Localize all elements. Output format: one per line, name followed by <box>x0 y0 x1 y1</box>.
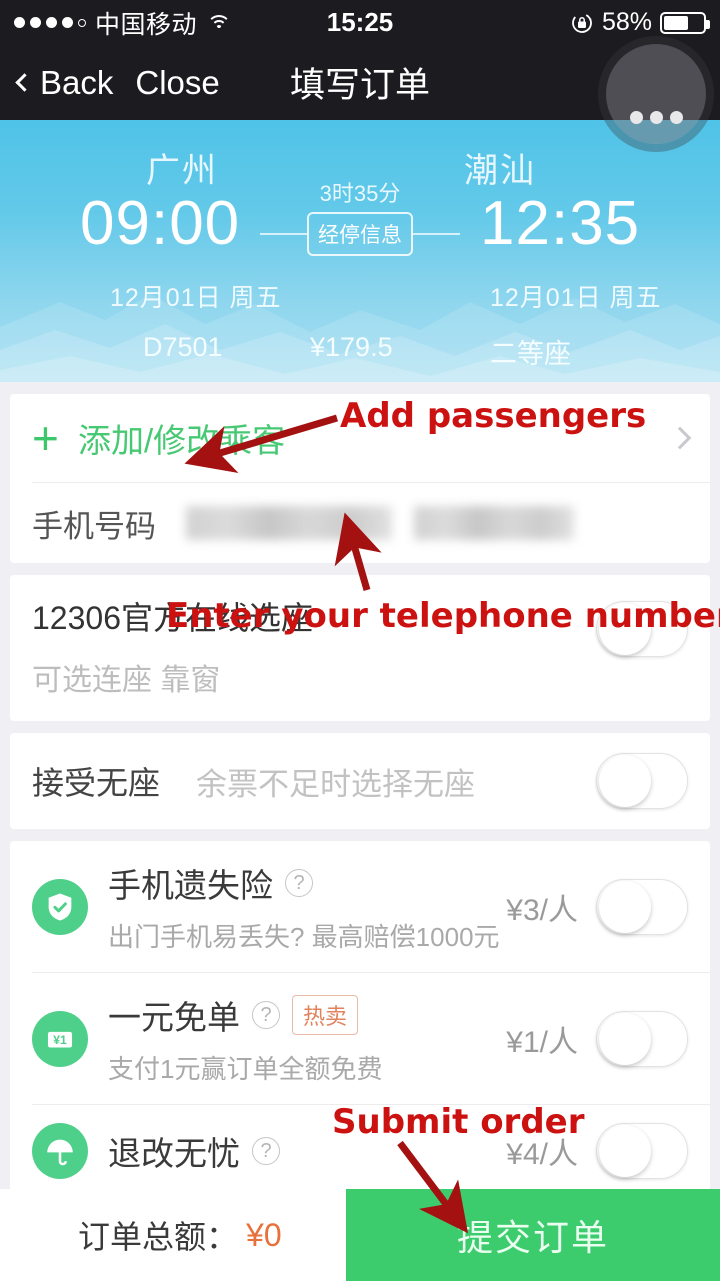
back-label: Back <box>40 63 114 101</box>
seat-selection-subtitle: 可选连座 靠窗 <box>32 664 221 697</box>
order-total-value: ¥0 <box>246 1216 282 1253</box>
insurance-title-line: 一元免单 ? 热卖 <box>108 991 506 1039</box>
question-mark-icon[interactable]: ? <box>285 869 313 897</box>
stop-info-row: 经停信息 <box>260 212 460 256</box>
insurance-toggle[interactable] <box>596 878 688 935</box>
annotation-enter-telephone: Enter your telephone number <box>166 596 720 636</box>
assistive-touch-icon[interactable] <box>606 44 706 144</box>
insurance-text-group: 一元免单 ? 热卖 支付1元赢订单全额免费 <box>108 991 506 1086</box>
hot-sale-badge: 热卖 <box>292 995 359 1035</box>
insurance-toggle[interactable] <box>596 1010 688 1067</box>
insurance-row[interactable]: 手机遗失险 ? 出门手机易丢失? 最高赔偿1000元 ¥3/人 <box>10 841 710 972</box>
insurance-subtitle: 支付1元赢订单全额免费 <box>108 1054 383 1084</box>
accept-no-seat-title: 接受无座 <box>32 765 161 801</box>
phone-input[interactable] <box>186 506 688 540</box>
insurance-toggle[interactable] <box>596 1123 688 1179</box>
accept-no-seat-toggle[interactable] <box>596 753 688 809</box>
chevron-left-icon <box>15 73 34 92</box>
insurance-price: ¥3/人 <box>506 893 578 927</box>
add-passenger-label: 添加/修改乘客 <box>78 422 286 459</box>
bottom-action-bar: 订单总额： ¥0 提交订单 <box>0 1189 720 1281</box>
umbrella-icon <box>32 1123 88 1179</box>
svg-text:¥1: ¥1 <box>53 1033 67 1047</box>
battery-icon <box>660 11 710 34</box>
trip-summary-header: 广州 潮汕 09:00 12:35 3时35分 经停信息 12月01日 周五 1… <box>0 120 720 382</box>
question-mark-icon[interactable]: ? <box>252 1137 280 1165</box>
insurance-text-group: 手机遗失险 ? 出门手机易丢失? 最高赔偿1000元 <box>108 859 506 954</box>
insurance-title: 退改无忧 <box>108 1135 240 1172</box>
phone-label: 手机号码 <box>32 508 156 544</box>
annotation-add-passengers: Add passengers <box>340 396 647 436</box>
insurance-title-line: 手机遗失险 ? <box>108 859 506 907</box>
carrier-name: 中国移动 <box>95 10 198 39</box>
order-total-label: 订单总额： <box>78 1219 239 1255</box>
trip-details: 广州 潮汕 09:00 12:35 3时35分 经停信息 12月01日 周五 1… <box>0 120 720 382</box>
rotation-lock-icon <box>570 11 594 35</box>
accept-no-seat-subtitle: 余票不足时选择无座 <box>196 766 476 802</box>
line-left <box>260 233 307 235</box>
redacted-phone-part-1 <box>186 506 392 540</box>
train-number: D7501 <box>143 332 223 362</box>
accept-no-seat-card: 接受无座 余票不足时选择无座 <box>10 733 710 829</box>
insurance-card: 手机遗失险 ? 出门手机易丢失? 最高赔偿1000元 ¥3/人 ¥1 一元免单 … <box>10 841 710 1197</box>
seat-class: 二等座 <box>490 339 571 369</box>
question-mark-icon[interactable]: ? <box>252 1001 280 1029</box>
departure-date: 12月01日 周五 <box>110 284 282 312</box>
annotation-submit-order: Submit order <box>332 1102 585 1142</box>
insurance-title: 一元免单 <box>108 999 240 1036</box>
stop-info-button[interactable]: 经停信息 <box>307 212 413 256</box>
wifi-icon <box>206 13 232 33</box>
back-button[interactable]: Back <box>15 63 114 102</box>
status-bar: 中国移动 15:25 58% <box>0 0 720 45</box>
signal-strength-icon <box>14 17 86 28</box>
mobile-screen: 中国移动 15:25 58% Back Close 填写订单 广州 潮汕 09:… <box>0 0 720 1281</box>
chevron-right-icon <box>668 426 692 450</box>
status-bar-right: 58% <box>570 8 710 37</box>
nav-left-group: Back Close <box>15 63 220 102</box>
insurance-price: ¥1/人 <box>506 1025 578 1059</box>
trip-duration: 3时35分 <box>319 181 401 206</box>
status-bar-left: 中国移动 <box>14 5 232 41</box>
insurance-title: 手机遗失险 <box>108 867 273 904</box>
battery-percent: 58% <box>601 8 652 36</box>
insurance-subtitle: 出门手机易丢失? 最高赔偿1000元 <box>108 922 500 952</box>
insurance-row[interactable]: ¥1 一元免单 ? 热卖 支付1元赢订单全额免费 ¥1/人 <box>10 973 710 1104</box>
submit-order-button[interactable]: 提交订单 <box>346 1189 720 1281</box>
arrival-date: 12月01日 周五 <box>490 284 662 312</box>
redacted-phone-part-2 <box>414 506 574 540</box>
shield-check-icon <box>32 878 88 935</box>
ticket-price: ¥179.5 <box>310 332 393 362</box>
plus-icon: + <box>32 412 59 464</box>
yen-one-icon: ¥1 <box>32 1010 88 1067</box>
close-button[interactable]: Close <box>135 64 219 102</box>
line-right <box>413 233 460 235</box>
phone-number-row[interactable]: 手机号码 <box>10 483 710 563</box>
